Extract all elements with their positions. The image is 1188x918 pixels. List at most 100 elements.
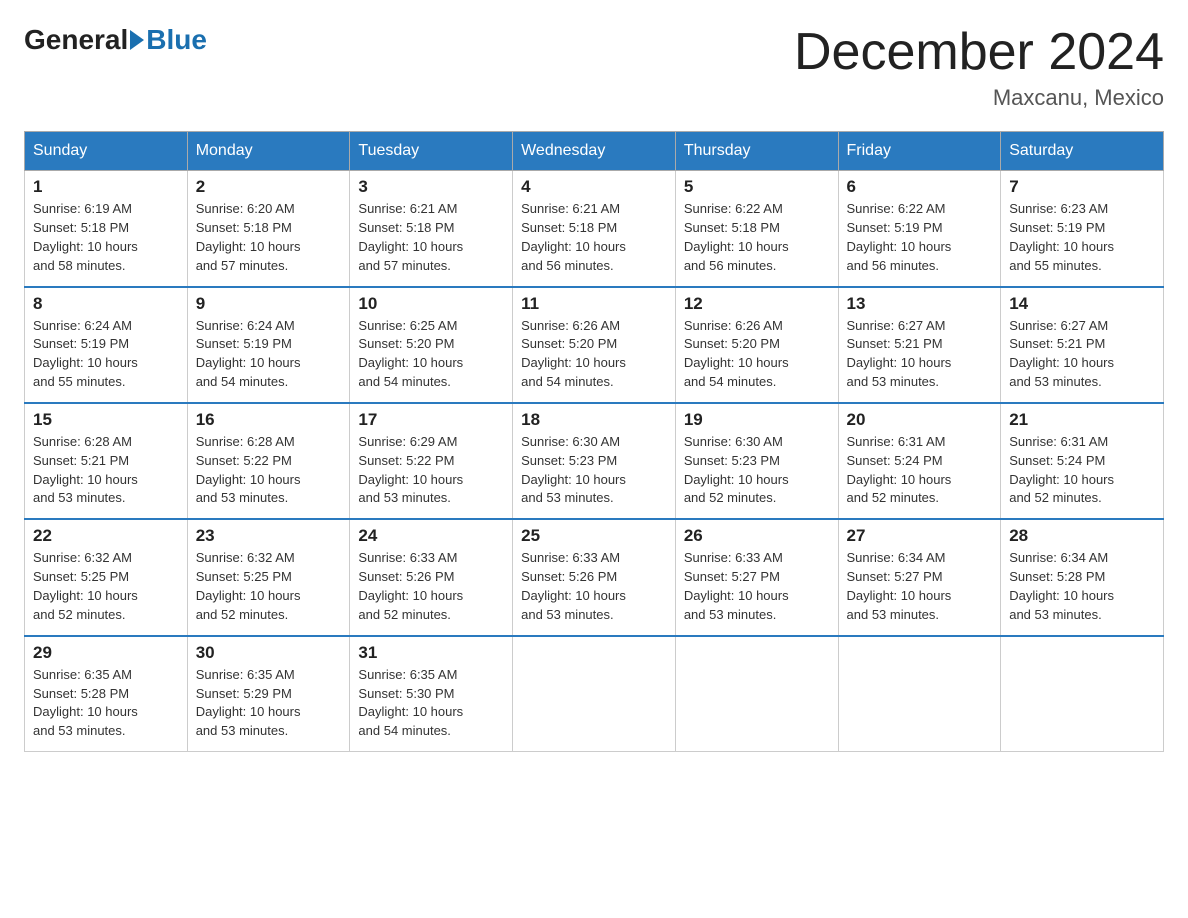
location-label: Maxcanu, Mexico <box>794 85 1164 111</box>
day-info: Sunrise: 6:23 AMSunset: 5:19 PMDaylight:… <box>1009 201 1114 273</box>
day-number: 5 <box>684 177 830 197</box>
calendar-day-cell: 29 Sunrise: 6:35 AMSunset: 5:28 PMDayligh… <box>25 636 188 752</box>
day-number: 23 <box>196 526 342 546</box>
day-info: Sunrise: 6:33 AMSunset: 5:27 PMDaylight:… <box>684 550 789 622</box>
logo-arrow-icon <box>130 30 144 50</box>
day-info: Sunrise: 6:32 AMSunset: 5:25 PMDaylight:… <box>33 550 138 622</box>
day-info: Sunrise: 6:29 AMSunset: 5:22 PMDaylight:… <box>358 434 463 506</box>
calendar-day-cell: 11 Sunrise: 6:26 AMSunset: 5:20 PMDayligh… <box>513 287 676 403</box>
day-info: Sunrise: 6:35 AMSunset: 5:30 PMDaylight:… <box>358 667 463 739</box>
day-info: Sunrise: 6:19 AMSunset: 5:18 PMDaylight:… <box>33 201 138 273</box>
day-info: Sunrise: 6:33 AMSunset: 5:26 PMDaylight:… <box>521 550 626 622</box>
page-header: General Blue December 2024 Maxcanu, Mexi… <box>24 24 1164 111</box>
calendar-week-row: 29 Sunrise: 6:35 AMSunset: 5:28 PMDayligh… <box>25 636 1164 752</box>
day-info: Sunrise: 6:24 AMSunset: 5:19 PMDaylight:… <box>196 318 301 390</box>
day-number: 27 <box>847 526 993 546</box>
day-of-week-header: Sunday <box>25 132 188 171</box>
logo-general-text: General <box>24 24 128 56</box>
day-info: Sunrise: 6:31 AMSunset: 5:24 PMDaylight:… <box>1009 434 1114 506</box>
day-number: 29 <box>33 643 179 663</box>
day-of-week-header: Saturday <box>1001 132 1164 171</box>
calendar-day-cell: 24 Sunrise: 6:33 AMSunset: 5:26 PMDayligh… <box>350 519 513 635</box>
day-number: 15 <box>33 410 179 430</box>
day-number: 21 <box>1009 410 1155 430</box>
calendar-week-row: 15 Sunrise: 6:28 AMSunset: 5:21 PMDayligh… <box>25 403 1164 519</box>
calendar-day-cell <box>675 636 838 752</box>
day-number: 22 <box>33 526 179 546</box>
day-info: Sunrise: 6:34 AMSunset: 5:28 PMDaylight:… <box>1009 550 1114 622</box>
day-info: Sunrise: 6:30 AMSunset: 5:23 PMDaylight:… <box>684 434 789 506</box>
calendar-day-cell: 10 Sunrise: 6:25 AMSunset: 5:20 PMDayligh… <box>350 287 513 403</box>
day-info: Sunrise: 6:30 AMSunset: 5:23 PMDaylight:… <box>521 434 626 506</box>
calendar-day-cell: 21 Sunrise: 6:31 AMSunset: 5:24 PMDayligh… <box>1001 403 1164 519</box>
calendar-day-cell: 22 Sunrise: 6:32 AMSunset: 5:25 PMDayligh… <box>25 519 188 635</box>
day-info: Sunrise: 6:31 AMSunset: 5:24 PMDaylight:… <box>847 434 952 506</box>
day-of-week-header: Wednesday <box>513 132 676 171</box>
day-number: 2 <box>196 177 342 197</box>
day-of-week-header: Thursday <box>675 132 838 171</box>
day-number: 4 <box>521 177 667 197</box>
day-number: 1 <box>33 177 179 197</box>
day-info: Sunrise: 6:27 AMSunset: 5:21 PMDaylight:… <box>1009 318 1114 390</box>
day-number: 3 <box>358 177 504 197</box>
logo: General Blue <box>24 24 207 56</box>
calendar-day-cell: 13Sunrise: 6:27 AMSunset: 5:21 PMDayligh… <box>838 287 1001 403</box>
day-number: 25 <box>521 526 667 546</box>
calendar-day-cell: 20 Sunrise: 6:31 AMSunset: 5:24 PMDayligh… <box>838 403 1001 519</box>
day-info: Sunrise: 6:35 AMSunset: 5:29 PMDaylight:… <box>196 667 301 739</box>
calendar-day-cell <box>1001 636 1164 752</box>
day-info: Sunrise: 6:28 AMSunset: 5:21 PMDaylight:… <box>33 434 138 506</box>
calendar-day-cell: 6 Sunrise: 6:22 AMSunset: 5:19 PMDaylight… <box>838 171 1001 287</box>
calendar-day-cell: 5 Sunrise: 6:22 AMSunset: 5:18 PMDaylight… <box>675 171 838 287</box>
day-number: 24 <box>358 526 504 546</box>
day-info: Sunrise: 6:33 AMSunset: 5:26 PMDaylight:… <box>358 550 463 622</box>
day-info: Sunrise: 6:21 AMSunset: 5:18 PMDaylight:… <box>358 201 463 273</box>
day-info: Sunrise: 6:32 AMSunset: 5:25 PMDaylight:… <box>196 550 301 622</box>
calendar-day-cell: 25 Sunrise: 6:33 AMSunset: 5:26 PMDayligh… <box>513 519 676 635</box>
calendar-day-cell: 2Sunrise: 6:20 AMSunset: 5:18 PMDaylight… <box>187 171 350 287</box>
day-number: 6 <box>847 177 993 197</box>
day-info: Sunrise: 6:22 AMSunset: 5:19 PMDaylight:… <box>847 201 952 273</box>
calendar-day-cell: 23 Sunrise: 6:32 AMSunset: 5:25 PMDayligh… <box>187 519 350 635</box>
day-info: Sunrise: 6:26 AMSunset: 5:20 PMDaylight:… <box>684 318 789 390</box>
calendar-week-row: 22 Sunrise: 6:32 AMSunset: 5:25 PMDayligh… <box>25 519 1164 635</box>
day-info: Sunrise: 6:22 AMSunset: 5:18 PMDaylight:… <box>684 201 789 273</box>
day-number: 30 <box>196 643 342 663</box>
calendar-day-cell <box>838 636 1001 752</box>
calendar-day-cell: 1 Sunrise: 6:19 AMSunset: 5:18 PMDaylight… <box>25 171 188 287</box>
day-number: 31 <box>358 643 504 663</box>
calendar-day-cell: 19 Sunrise: 6:30 AMSunset: 5:23 PMDayligh… <box>675 403 838 519</box>
calendar-day-cell: 28Sunrise: 6:34 AMSunset: 5:28 PMDayligh… <box>1001 519 1164 635</box>
day-info: Sunrise: 6:35 AMSunset: 5:28 PMDaylight:… <box>33 667 138 739</box>
day-number: 9 <box>196 294 342 314</box>
day-of-week-header: Tuesday <box>350 132 513 171</box>
day-number: 17 <box>358 410 504 430</box>
day-info: Sunrise: 6:26 AMSunset: 5:20 PMDaylight:… <box>521 318 626 390</box>
calendar-day-cell: 3 Sunrise: 6:21 AMSunset: 5:18 PMDaylight… <box>350 171 513 287</box>
logo-blue-text: Blue <box>146 24 207 56</box>
month-title: December 2024 <box>794 24 1164 81</box>
calendar-day-cell: 30 Sunrise: 6:35 AMSunset: 5:29 PMDayligh… <box>187 636 350 752</box>
day-info: Sunrise: 6:28 AMSunset: 5:22 PMDaylight:… <box>196 434 301 506</box>
day-number: 13 <box>847 294 993 314</box>
calendar-day-cell: 4 Sunrise: 6:21 AMSunset: 5:18 PMDaylight… <box>513 171 676 287</box>
calendar-day-cell <box>513 636 676 752</box>
day-number: 12 <box>684 294 830 314</box>
calendar-week-row: 8 Sunrise: 6:24 AMSunset: 5:19 PMDaylight… <box>25 287 1164 403</box>
calendar-header-row: SundayMondayTuesdayWednesdayThursdayFrid… <box>25 132 1164 171</box>
day-number: 11 <box>521 294 667 314</box>
day-number: 19 <box>684 410 830 430</box>
day-number: 10 <box>358 294 504 314</box>
day-number: 20 <box>847 410 993 430</box>
calendar-day-cell: 7Sunrise: 6:23 AMSunset: 5:19 PMDaylight… <box>1001 171 1164 287</box>
calendar-day-cell: 27Sunrise: 6:34 AMSunset: 5:27 PMDayligh… <box>838 519 1001 635</box>
day-number: 8 <box>33 294 179 314</box>
calendar-day-cell: 8 Sunrise: 6:24 AMSunset: 5:19 PMDaylight… <box>25 287 188 403</box>
calendar-day-cell: 18Sunrise: 6:30 AMSunset: 5:23 PMDayligh… <box>513 403 676 519</box>
day-info: Sunrise: 6:25 AMSunset: 5:20 PMDaylight:… <box>358 318 463 390</box>
day-info: Sunrise: 6:24 AMSunset: 5:19 PMDaylight:… <box>33 318 138 390</box>
day-of-week-header: Monday <box>187 132 350 171</box>
day-number: 14 <box>1009 294 1155 314</box>
day-info: Sunrise: 6:21 AMSunset: 5:18 PMDaylight:… <box>521 201 626 273</box>
calendar-day-cell: 15 Sunrise: 6:28 AMSunset: 5:21 PMDayligh… <box>25 403 188 519</box>
